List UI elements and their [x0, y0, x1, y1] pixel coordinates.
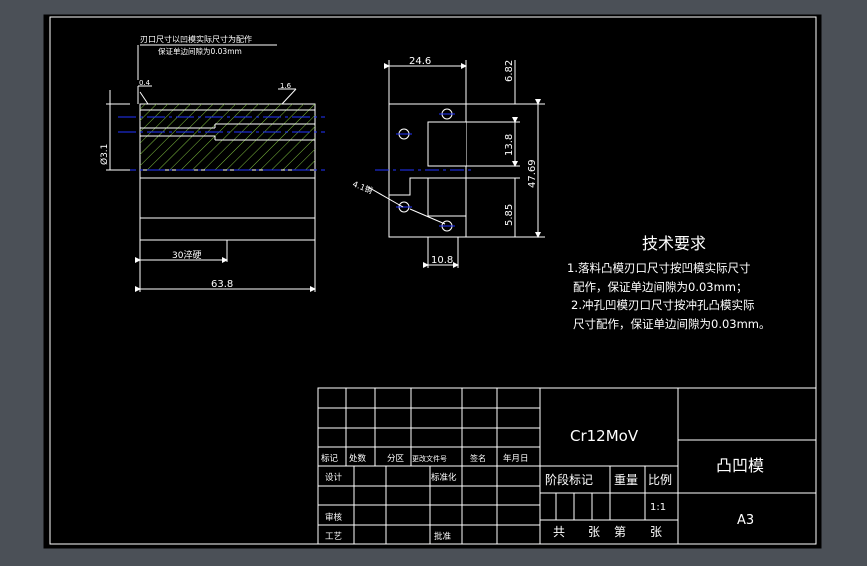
tb-zone: 分区 — [387, 454, 405, 464]
tech-item2-line1: 2.冲孔凹模刃口尺寸按冲孔凸模实际 — [571, 298, 754, 312]
tb-total: 共 — [553, 525, 565, 539]
tb-process: 工艺 — [325, 532, 342, 542]
dim-lower-height: 5.85 — [504, 204, 515, 226]
hatched-section — [140, 104, 315, 170]
tb-part-name: 凸凹模 — [716, 456, 764, 475]
tech-title: 技术要求 — [642, 234, 706, 253]
tb-standardize: 标准化 — [431, 472, 457, 483]
slot — [427, 121, 466, 167]
tech-item2-line2: 尺寸配作，保证单边间隙为0.03mm。 — [573, 317, 771, 331]
dim-slot-height: 13.8 — [504, 134, 515, 156]
tb-signature: 签名 — [470, 453, 486, 463]
top-note-line1: 刃口尺寸以凹模实际尺寸为配作 — [140, 34, 252, 44]
tb-stage-mark: 阶段标记 — [545, 472, 593, 487]
tech-item1-line1: 1.落料凸模刃口尺寸按凹模实际尺寸 — [567, 261, 750, 275]
tb-scale: 比例 — [648, 473, 672, 487]
dim-diameter: Ø3.1 — [99, 144, 110, 165]
cad-drawing: 0.4 1.6 刃口尺寸以凹模实际尺寸为配作 保证单边间隙为0.03mm Ø3.… — [43, 14, 822, 549]
tb-scale-value: 1:1 — [650, 502, 666, 513]
tb-sheet-suffix: 张 — [650, 525, 662, 539]
tb-count: 处数 — [349, 453, 367, 464]
dim-right-chamfer: 1.6 — [280, 82, 292, 90]
tb-weight: 重量 — [614, 473, 638, 487]
tb-design: 设计 — [325, 472, 343, 483]
dim-top-height: 6.82 — [504, 60, 515, 82]
tb-review: 审核 — [325, 512, 343, 523]
drawing-viewport: 0.4 1.6 刃口尺寸以凹模实际尺寸为配作 保证单边间隙为0.03mm Ø3.… — [0, 0, 867, 562]
tb-material: Cr12MoV — [570, 427, 639, 445]
dim-left-chamfer: 0.4 — [139, 79, 151, 87]
dim-top-width: 24.6 — [409, 56, 431, 67]
dim-hardened-length: 30淬硬 — [172, 249, 201, 261]
tb-date: 年月日 — [503, 453, 529, 464]
tb-change-doc: 更改文件号 — [412, 454, 447, 463]
tb-sheet-no: 第 — [614, 525, 626, 539]
dim-total-height: 47.69 — [527, 159, 538, 188]
tb-sheet-size: A3 — [737, 513, 754, 528]
dim-bottom-width: 10.8 — [431, 255, 453, 266]
tb-approve: 批准 — [434, 531, 452, 542]
tb-mark: 标记 — [321, 453, 339, 464]
tb-sheets: 张 — [588, 525, 600, 539]
dim-total-length: 63.8 — [211, 279, 233, 290]
top-note-line2: 保证单边间隙为0.03mm — [158, 46, 242, 56]
tech-item1-line2: 配作，保证单边间隙为0.03mm； — [573, 280, 748, 294]
